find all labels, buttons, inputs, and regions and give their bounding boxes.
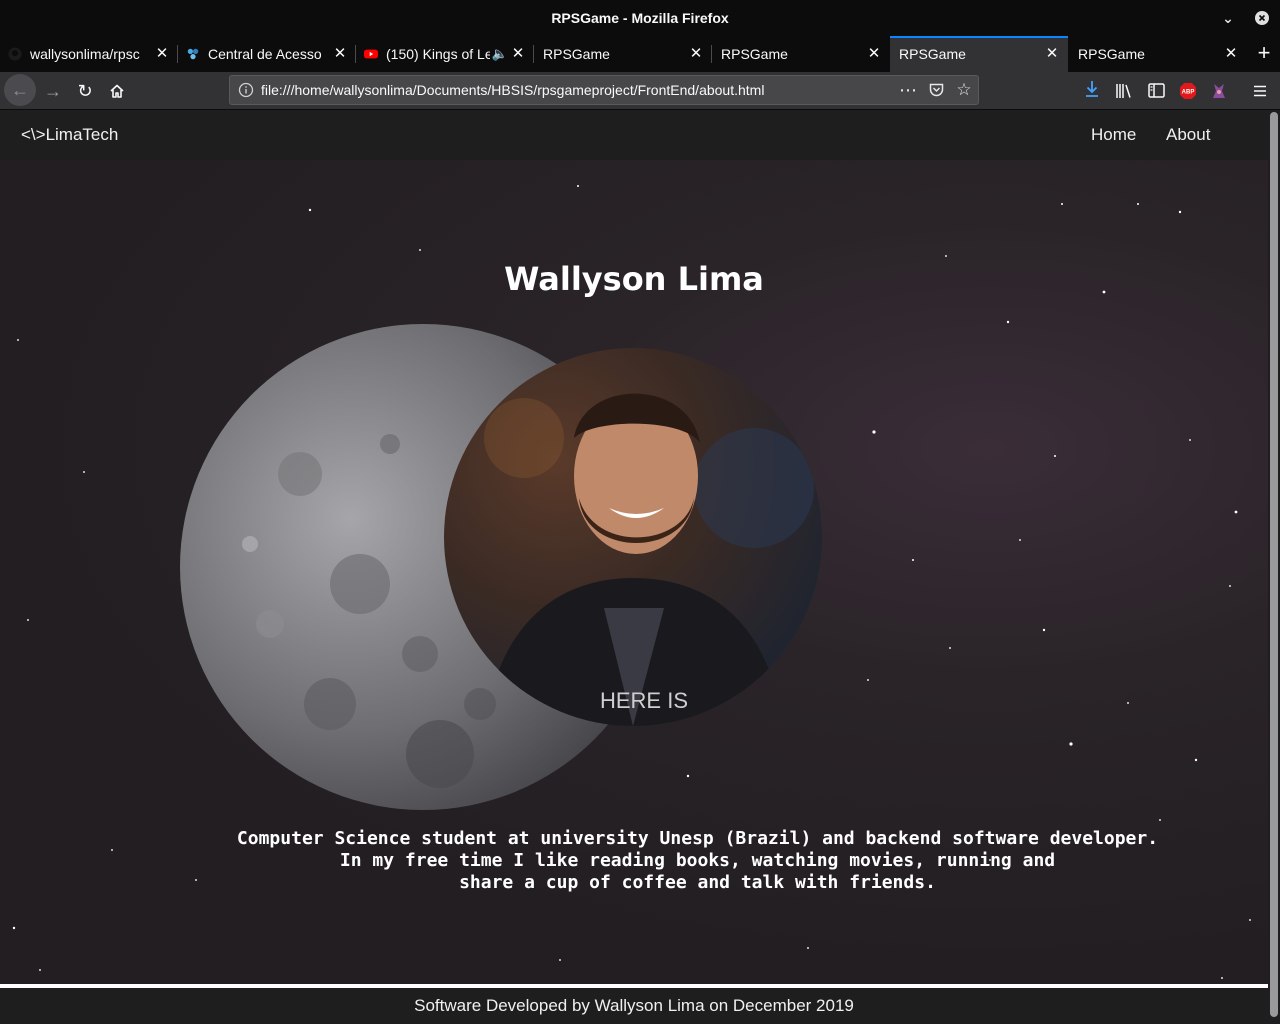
tab-close-icon[interactable]: ✕: [510, 36, 526, 72]
reload-icon[interactable]: ↻: [70, 76, 100, 106]
nav-link-home[interactable]: Home: [1091, 110, 1136, 160]
window-menu-chevron-icon[interactable]: ⌄: [1213, 0, 1243, 36]
tab-rpsgame-3[interactable]: RPSGame ✕: [1069, 36, 1247, 72]
page-viewport: <\>LimaTech Home About Wallyson Lima HER…: [0, 110, 1268, 1024]
back-arrow-icon[interactable]: ←: [4, 74, 36, 106]
profile-bio: Computer Science student at university U…: [236, 828, 1159, 893]
site-brand-logo[interactable]: <\>LimaTech: [21, 110, 118, 160]
profile-photo: HERE IS: [444, 348, 822, 726]
footer-text: Software Developed by Wallyson Lima on D…: [414, 996, 854, 1015]
site-info-icon[interactable]: [238, 82, 254, 98]
window-title: RPSGame - Mozilla Firefox: [551, 10, 729, 26]
scrollbar-thumb[interactable]: [1270, 112, 1278, 1017]
tab-label: RPSGame: [899, 46, 966, 62]
profile-name: Wallyson Lima: [504, 260, 764, 298]
adblock-plus-icon[interactable]: ABP: [1177, 80, 1199, 102]
tab-label: wallysonlima/rpsc: [30, 46, 140, 62]
central-acesso-icon: [187, 48, 199, 60]
nav-link-about[interactable]: About: [1166, 110, 1210, 160]
url-text[interactable]: file:///home/wallysonlima/Documents/HBSI…: [261, 76, 764, 104]
site-footer: Software Developed by Wallyson Lima on D…: [0, 984, 1268, 1024]
page-actions-ellipsis-icon[interactable]: ⋯: [898, 76, 918, 104]
download-arrow-icon[interactable]: [1081, 80, 1103, 102]
nav-toolbar: ← → ↻ file:///home/wallysonlima/Document…: [0, 72, 1280, 110]
tab-close-icon[interactable]: ✕: [866, 36, 882, 72]
svg-text:ABP: ABP: [1182, 90, 1195, 96]
site-navbar: <\>LimaTech Home About: [0, 110, 1268, 160]
library-icon[interactable]: [1113, 80, 1135, 102]
tab-youtube[interactable]: (150) Kings of Le 🔈 ✕: [356, 36, 534, 72]
tab-label: (150) Kings of Le: [386, 46, 490, 62]
tab-close-icon[interactable]: ✕: [154, 36, 170, 72]
tab-strip: wallysonlima/rpsc ✕ Central de Acesso ✕ …: [0, 36, 1280, 72]
tab-rpsgame-active[interactable]: RPSGame ✕: [890, 36, 1068, 72]
extension-icon[interactable]: [1208, 80, 1230, 102]
tab-rpsgame-2[interactable]: RPSGame ✕: [712, 36, 890, 72]
tab-rpsgame-1[interactable]: RPSGame ✕: [534, 36, 712, 72]
pocket-icon[interactable]: [926, 76, 946, 107]
window-titlebar: RPSGame - Mozilla Firefox ⌄: [0, 0, 1280, 36]
forward-arrow-icon[interactable]: →: [38, 76, 68, 106]
tab-label: Central de Acesso: [208, 46, 322, 62]
github-icon: [8, 47, 22, 61]
bookmark-star-icon[interactable]: ☆: [954, 76, 974, 104]
shirt-print-text: HERE IS: [600, 688, 688, 713]
tab-close-icon[interactable]: ✕: [1044, 38, 1060, 70]
tab-label: RPSGame: [1078, 46, 1145, 62]
hero-section: Wallyson Lima HERE IS Computer Science s…: [0, 160, 1268, 984]
youtube-icon: [364, 49, 378, 59]
home-icon[interactable]: [102, 76, 132, 106]
tab-close-icon[interactable]: ✕: [1223, 36, 1239, 72]
tab-central-acesso[interactable]: Central de Acesso ✕: [178, 36, 356, 72]
url-bar[interactable]: file:///home/wallysonlima/Documents/HBSI…: [229, 75, 979, 105]
tab-github[interactable]: wallysonlima/rpsc ✕: [0, 36, 178, 72]
tab-label: RPSGame: [543, 46, 610, 62]
tab-close-icon[interactable]: ✕: [332, 36, 348, 72]
window-close-icon[interactable]: [1247, 0, 1277, 36]
tab-label: RPSGame: [721, 46, 788, 62]
sidebar-icon[interactable]: [1145, 80, 1167, 102]
new-tab-plus-icon[interactable]: +: [1248, 36, 1280, 72]
tab-close-icon[interactable]: ✕: [688, 36, 704, 72]
hamburger-menu-icon[interactable]: [1249, 80, 1271, 102]
page-scrollbar[interactable]: [1268, 110, 1280, 1024]
speaker-icon[interactable]: 🔈: [492, 36, 508, 72]
